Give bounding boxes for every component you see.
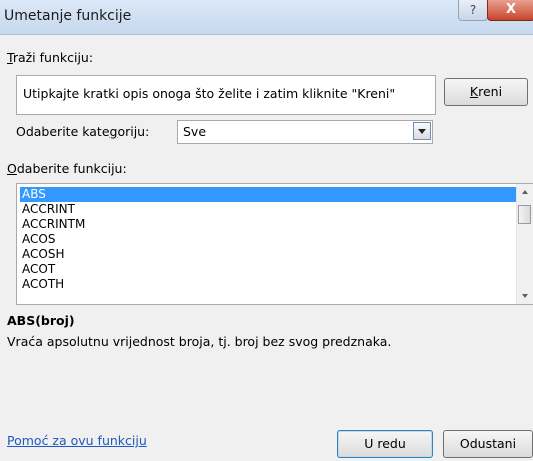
scroll-up-arrow-icon[interactable] bbox=[517, 184, 533, 200]
ok-button[interactable]: U redu bbox=[337, 430, 433, 458]
list-item[interactable]: ACCRINT bbox=[20, 202, 518, 217]
label-accelerator: O bbox=[7, 161, 17, 176]
button-accelerator: K bbox=[469, 84, 479, 99]
list-item[interactable]: ACCRINTM bbox=[20, 217, 518, 232]
help-link[interactable]: Pomoć za ovu funkciju bbox=[7, 433, 147, 448]
label-part: oriju: bbox=[117, 124, 150, 139]
label-part: raži funkciju: bbox=[12, 50, 94, 65]
search-input[interactable]: Utipkajte kratki opis onoga što želite i… bbox=[16, 75, 436, 115]
label-part: daberite funkciju: bbox=[16, 161, 127, 176]
scroll-down-arrow-icon[interactable] bbox=[517, 288, 533, 304]
close-icon: X bbox=[505, 2, 517, 17]
help-button[interactable]: ? bbox=[458, 0, 488, 21]
label-part: Odaberite kate bbox=[16, 124, 110, 139]
list-scrollbar[interactable] bbox=[516, 184, 533, 304]
title-bar: Umetanje funkcije ? X bbox=[0, 0, 533, 35]
function-signature: ABS(broj) bbox=[7, 313, 75, 328]
function-list[interactable]: ABS ACCRINT ACCRINTM ACOS ACOSH ACOT ACO… bbox=[16, 183, 533, 305]
button-label: reni bbox=[478, 84, 503, 99]
cancel-button[interactable]: Odustani bbox=[443, 430, 533, 458]
search-function-label: Traži funkciju: bbox=[7, 50, 93, 65]
chevron-down-icon[interactable] bbox=[413, 122, 431, 140]
scrollbar-thumb[interactable] bbox=[518, 205, 531, 224]
functions-label: Odaberite funkciju: bbox=[7, 161, 127, 176]
list-item[interactable]: ACOS bbox=[20, 232, 518, 247]
list-item[interactable]: ACOTH bbox=[20, 277, 518, 292]
go-button[interactable]: Kreni bbox=[444, 78, 528, 106]
list-item[interactable]: ABS bbox=[20, 187, 518, 202]
question-icon: ? bbox=[469, 3, 477, 17]
close-button[interactable]: X bbox=[487, 0, 533, 21]
window-title: Umetanje funkcije bbox=[4, 8, 132, 24]
search-input-text: Utipkajte kratki opis onoga što želite i… bbox=[23, 86, 396, 101]
category-label: Odaberite kategoriju: bbox=[16, 124, 149, 139]
list-item[interactable]: ACOT bbox=[20, 262, 518, 277]
list-item[interactable]: ACOSH bbox=[20, 247, 518, 262]
function-description: Vraća apsolutnu vrijednost broja, tj. br… bbox=[7, 334, 392, 349]
category-select[interactable]: Sve bbox=[177, 120, 433, 144]
category-selected-value: Sve bbox=[183, 124, 207, 139]
